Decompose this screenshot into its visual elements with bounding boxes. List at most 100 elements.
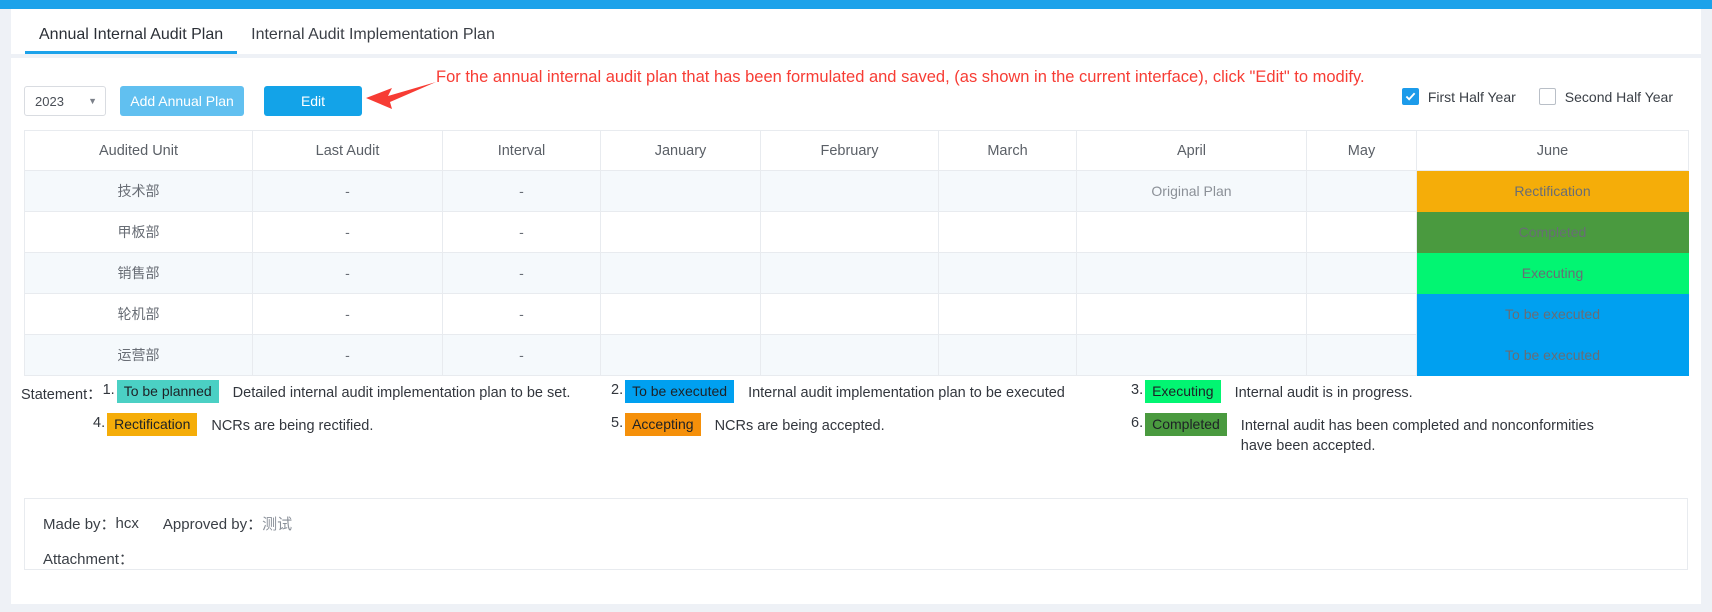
- legend-title: Statement：: [21, 387, 102, 403]
- legend-number: 1.: [102, 382, 115, 398]
- attachment-line: Attachment：: [43, 548, 1687, 569]
- cell-january: [600, 293, 761, 335]
- cell-january: [600, 211, 761, 253]
- legend-chip-executing: Executing: [1145, 380, 1221, 403]
- cell-january: [600, 334, 761, 376]
- cell-june: Rectification: [1416, 170, 1689, 212]
- col-march: March: [938, 130, 1077, 171]
- half-year-filters: First Half Year Second Half Year: [1401, 88, 1687, 105]
- legend-item-2: 2. To be executed Internal audit impleme…: [611, 380, 1131, 403]
- tab-label: Annual Internal Audit Plan: [39, 26, 224, 43]
- cell-june: To be executed: [1416, 334, 1689, 376]
- cell-april: Original Plan: [1076, 170, 1307, 212]
- cell-april: [1076, 211, 1307, 253]
- cell-interval: -: [442, 170, 601, 212]
- cell-april: [1076, 293, 1307, 335]
- legend-chip-to-be-planned: To be planned: [116, 380, 219, 403]
- approved-by-label: Approved by：: [162, 516, 263, 533]
- app-root: Annual Internal Audit Plan Internal Audi…: [0, 0, 1712, 612]
- cell-may: [1306, 293, 1417, 335]
- legend-chip-rectification: Rectification: [107, 413, 198, 436]
- cell-last_audit: -: [252, 170, 443, 212]
- cell-unit: 甲板部: [24, 211, 253, 253]
- second-half-year-label[interactable]: Second Half Year: [1565, 89, 1673, 105]
- cell-march: [938, 211, 1077, 253]
- chevron-down-icon: ▼: [88, 96, 97, 106]
- cell-march: [938, 334, 1077, 376]
- audit-plan-table: Audited Unit Last Audit Interval January…: [24, 130, 1689, 376]
- status-legend: Statement： 1. To be planned Detailed int…: [21, 380, 1691, 465]
- cell-february: [760, 211, 939, 253]
- cell-interval: -: [442, 334, 601, 376]
- cell-last_audit: -: [252, 293, 443, 335]
- col-last-audit: Last Audit: [252, 130, 443, 171]
- col-interval: Interval: [442, 130, 601, 171]
- cell-may: [1306, 170, 1417, 212]
- legend-desc: Internal audit has been completed and no…: [1240, 418, 1594, 454]
- cell-last_audit: -: [252, 211, 443, 253]
- tab-label: Internal Audit Implementation Plan: [251, 26, 495, 43]
- year-select-value: 2023: [35, 93, 64, 109]
- toolbar: 2023 ▼ Add Annual Plan Edit: [24, 86, 362, 116]
- legend-item-3: 3. Executing Internal audit is in progre…: [1131, 380, 1671, 403]
- cell-last_audit: -: [252, 334, 443, 376]
- legend-chip-completed: Completed: [1145, 413, 1227, 436]
- tab-internal-audit-implementation-plan[interactable]: Internal Audit Implementation Plan: [237, 25, 509, 54]
- table-row[interactable]: 运营部 - - To be executed: [24, 334, 1689, 376]
- table-header-row: Audited Unit Last Audit Interval January…: [24, 130, 1689, 171]
- legend-row-1: Statement： 1. To be planned Detailed int…: [21, 380, 1691, 404]
- made-approved-line: Made by： hcx Approved by： 测试: [43, 513, 1687, 534]
- legend-number: 6.: [1131, 415, 1144, 431]
- table-row[interactable]: 技术部 - - Original Plan Rectification: [24, 170, 1689, 212]
- cell-february: [760, 252, 939, 294]
- audit-plan-table-wrapper: Audited Unit Last Audit Interval January…: [24, 130, 1689, 376]
- cell-january: [600, 252, 761, 294]
- tab-annual-internal-audit-plan[interactable]: Annual Internal Audit Plan: [25, 25, 238, 54]
- cell-january: [600, 170, 761, 212]
- second-half-year-checkbox[interactable]: [1538, 88, 1556, 105]
- legend-chip-accepting: Accepting: [625, 413, 701, 436]
- cell-june: Executing: [1416, 252, 1689, 294]
- cell-unit: 销售部: [24, 252, 253, 294]
- legend-desc: NCRs are being rectified.: [211, 418, 374, 434]
- first-half-year-checkbox[interactable]: [1401, 88, 1419, 105]
- cell-june: To be executed: [1416, 293, 1689, 335]
- table-row[interactable]: 销售部 - - Executing: [24, 252, 1689, 294]
- first-half-year-label[interactable]: First Half Year: [1428, 89, 1516, 105]
- cell-interval: -: [442, 211, 601, 253]
- signature-box: Made by： hcx Approved by： 测试 Attachment：: [24, 498, 1688, 570]
- table-row[interactable]: 甲板部 - - Completed: [24, 211, 1689, 253]
- table-row[interactable]: 轮机部 - - To be executed: [24, 293, 1689, 335]
- cell-february: [760, 293, 939, 335]
- edit-button[interactable]: Edit: [264, 86, 362, 116]
- legend-item-1: Statement： 1. To be planned Detailed int…: [21, 380, 611, 404]
- col-may: May: [1306, 130, 1417, 171]
- legend-desc: Internal audit implementation plan to be…: [748, 385, 1065, 401]
- add-annual-plan-button[interactable]: Add Annual Plan: [120, 86, 244, 116]
- cell-interval: -: [442, 252, 601, 294]
- cell-june: Completed: [1416, 211, 1689, 253]
- legend-number: 5.: [611, 415, 624, 431]
- legend-desc: Detailed internal audit implementation p…: [232, 385, 571, 401]
- cell-february: [760, 334, 939, 376]
- cell-unit: 运营部: [24, 334, 253, 376]
- cell-may: [1306, 334, 1417, 376]
- legend-number: 2.: [611, 382, 624, 398]
- legend-number: 4.: [93, 415, 106, 431]
- cell-march: [938, 252, 1077, 294]
- cell-may: [1306, 211, 1417, 253]
- main-panel: 2023 ▼ Add Annual Plan Edit For the annu…: [11, 58, 1701, 604]
- legend-chip-to-be-executed: To be executed: [625, 380, 735, 403]
- cell-may: [1306, 252, 1417, 294]
- check-icon: [1405, 92, 1416, 101]
- cell-unit: 轮机部: [24, 293, 253, 335]
- top-accent-bar: [0, 0, 1712, 9]
- legend-item-6: 6. Completed Internal audit has been com…: [1131, 413, 1671, 456]
- col-january: January: [600, 130, 761, 171]
- year-select[interactable]: 2023 ▼: [24, 86, 106, 116]
- col-june: June: [1416, 130, 1689, 171]
- col-april: April: [1076, 130, 1307, 171]
- legend-item-4: 4. Rectification NCRs are being rectifie…: [21, 413, 611, 436]
- cell-unit: 技术部: [24, 170, 253, 212]
- cell-april: [1076, 334, 1307, 376]
